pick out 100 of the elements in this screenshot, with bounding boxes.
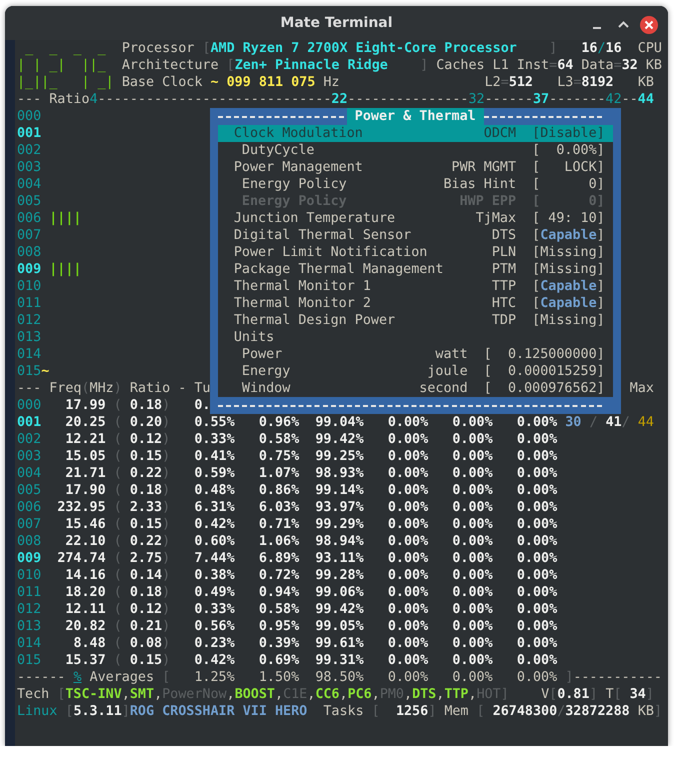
menu-item[interactable]: Energy Policy Bias Hint [ 0] — [218, 176, 613, 193]
label-text: , — [404, 687, 412, 702]
dim-text: ( — [114, 415, 122, 430]
core-number: 006 — [17, 500, 42, 515]
dim-text: ( — [114, 466, 122, 481]
dim-text: ] — [500, 687, 509, 702]
item-value: [Missing] — [532, 312, 605, 329]
item-value: [ 0.000015259] — [484, 363, 605, 380]
menu-item[interactable]: Junction Temperature TjMax [ 49: 10] — [218, 210, 613, 227]
menu-item[interactable]: Power watt [ 0.125000000] — [218, 346, 613, 363]
menu-item[interactable]: Thermal Monitor 2 HTC [Capable] — [218, 295, 613, 312]
item-value: [ 0.00%] — [532, 142, 605, 159]
label-text: KB — [638, 704, 654, 719]
item-code: PLN — [492, 244, 516, 261]
label-text: Tasks — [323, 704, 364, 719]
menu-item[interactable]: Power Management PWR MGMT [ LOCK] — [218, 159, 613, 176]
core-number: 006 — [17, 211, 42, 226]
item-label: Clock Modulation — [234, 125, 363, 142]
dim-text: ) — [114, 381, 122, 396]
value-text: 99.14% — [315, 483, 364, 498]
value-text: 0.00% — [516, 619, 558, 634]
menu-item[interactable]: Thermal Design Power TDP [Missing] — [218, 312, 613, 329]
value-text: 26748300 — [492, 704, 558, 719]
value-text: 99.28% — [315, 568, 364, 583]
dashed-line: ------- — [549, 92, 606, 107]
item-code: PTM — [492, 261, 516, 278]
item-value: [ — [532, 295, 540, 312]
core-number: 011 — [17, 296, 42, 311]
value-text: 0.41% — [194, 449, 235, 464]
label-text: , — [154, 687, 162, 702]
value-text: 0.00% — [388, 568, 428, 583]
ratio-text: |||| — [49, 211, 82, 226]
dim-text: ) — [162, 585, 170, 600]
label-text: L3 — [557, 75, 574, 90]
dim-text: ( — [114, 517, 122, 532]
value-text: 0.00% — [452, 636, 493, 651]
value-text: 99.31% — [315, 653, 364, 668]
value-text: 0.33% — [194, 432, 235, 447]
link-text[interactable]: % — [73, 670, 82, 685]
dim-text: ) — [162, 432, 170, 447]
dim-text: ) — [162, 653, 170, 668]
value-text: 0.00% — [388, 449, 428, 464]
menu-item[interactable]: Energy joule [ 0.000015259] — [218, 363, 613, 380]
value-text: 41 — [606, 415, 622, 430]
window-title: Mate Terminal — [280, 14, 393, 32]
core-number: 014 — [17, 636, 42, 651]
value-text: 20.82 — [65, 619, 106, 634]
dim-text: ) — [162, 568, 170, 583]
label-text: , — [340, 687, 348, 702]
value-text: 0.75% — [258, 449, 300, 464]
dim-text: ( — [114, 534, 122, 549]
value-text: 98.93% — [315, 466, 364, 481]
item-label: Units — [234, 329, 274, 346]
menu-item[interactable]: Thermal Monitor 1 TTP [Capable] — [218, 278, 613, 295]
item-value: Capable — [540, 278, 597, 295]
value-text: 16 — [581, 41, 598, 56]
label-text: , — [122, 687, 130, 702]
core-number: 007 — [17, 517, 42, 532]
highlight-text: 37 — [532, 92, 550, 107]
value-text: 0.08 — [130, 636, 162, 651]
value-text: 0.42% — [194, 653, 235, 668]
value-text: 5.3.11 — [73, 704, 122, 719]
label-text: KB — [646, 58, 662, 73]
menu-item[interactable]: Package Thermal Management PTM [Missing] — [218, 261, 613, 278]
menu-item[interactable]: DutyCycle [ 0.00%] — [218, 142, 613, 159]
label-text: T — [606, 687, 614, 702]
core-number: 008 — [17, 245, 42, 260]
menu-item[interactable]: Digital Thermal Sensor DTS [Capable] — [218, 227, 613, 244]
feature-name: TTP — [444, 687, 468, 702]
core-number: 004 — [17, 466, 42, 481]
value-text: 0.00% — [516, 466, 558, 481]
menu-item[interactable]: Units — [218, 329, 613, 346]
dim-text: = — [500, 75, 509, 90]
item-label: Energy Policy — [242, 176, 347, 193]
value-text: 0.95% — [258, 619, 300, 634]
value-text: 0.59% — [194, 466, 235, 481]
value-text: 99.42% — [315, 602, 364, 617]
menu-item[interactable]: Power Limit Notification PLN [Missing] — [218, 244, 613, 261]
value-text: 12.21 — [65, 432, 106, 447]
label-text: Data — [581, 58, 614, 73]
value-text: 0.86% — [258, 483, 300, 498]
value-text: 0.00% — [388, 585, 428, 600]
highlight-text: 44 — [638, 92, 654, 107]
dim-text: ) — [162, 483, 170, 498]
dim-text: ( — [114, 585, 122, 600]
value-text: 0.81 — [557, 687, 590, 702]
label-text: , — [307, 687, 316, 702]
core-number: 009 — [17, 262, 42, 277]
core-number: 003 — [17, 449, 42, 464]
label-text: Averages — [90, 670, 154, 685]
value-text: 99.06% — [315, 585, 364, 600]
value-text: 1.25% — [194, 670, 235, 685]
highlight-text: Zen+ Pinnacle Ridge — [234, 58, 388, 73]
value-text: 99.61% — [315, 636, 364, 651]
value-text: 232.95 — [57, 500, 106, 515]
item-label: Thermal Monitor 2 — [234, 295, 371, 312]
menu-item[interactable]: Window second [ 0.000976562] — [218, 380, 613, 397]
item-code: PWR MGMT — [452, 159, 516, 176]
value-text: 0.00% — [516, 602, 558, 617]
dim-text: ) — [162, 534, 170, 549]
